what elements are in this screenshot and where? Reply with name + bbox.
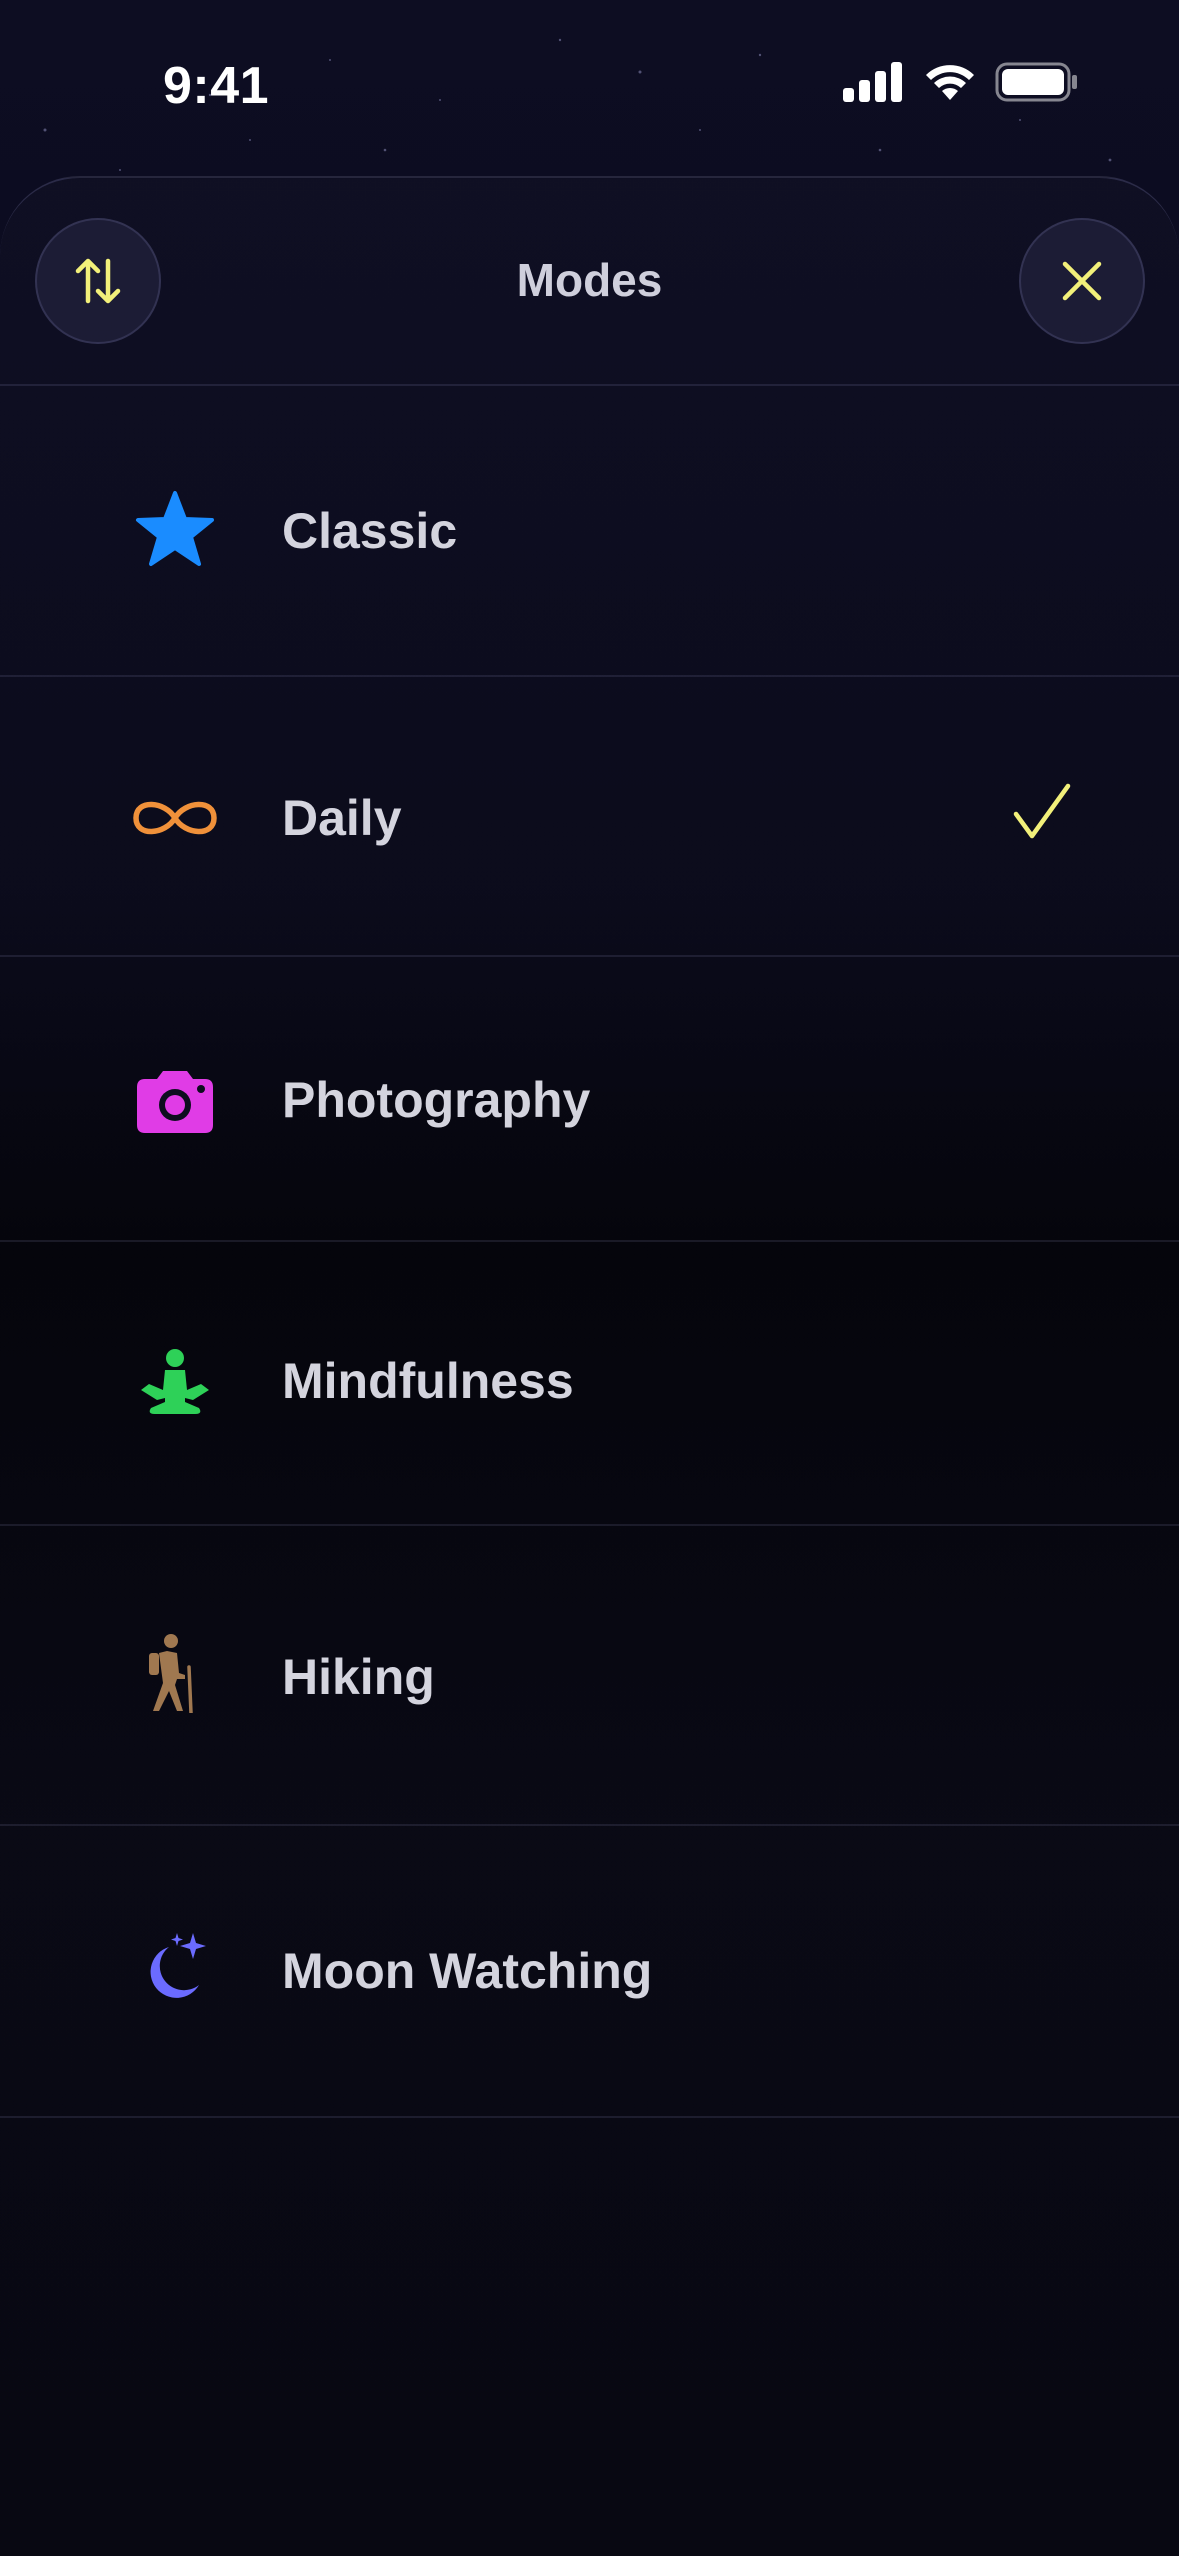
mode-row-daily[interactable]: Daily [0, 677, 1179, 957]
battery-icon [995, 62, 1077, 102]
screen: 9:41 Modes Classic Daily Photography Min… [0, 0, 1179, 2556]
meditation-icon [130, 1338, 220, 1428]
infinity-icon [130, 773, 220, 863]
mode-label: Photography [282, 1072, 591, 1128]
mode-row-classic[interactable]: Classic [0, 384, 1179, 677]
status-time: 9:41 [163, 57, 270, 115]
moon-stars-icon [130, 1924, 220, 2014]
mode-label: Mindfulness [282, 1353, 574, 1409]
checkmark-icon [1013, 783, 1071, 839]
sheet-header: Modes [0, 178, 1179, 386]
mode-label: Daily [282, 790, 402, 846]
mode-label: Moon Watching [282, 1943, 653, 1999]
mode-row-hiking[interactable]: Hiking [0, 1526, 1179, 1826]
mode-row-photography[interactable]: Photography [0, 957, 1179, 1242]
wifi-icon [926, 65, 974, 100]
hiker-icon [130, 1628, 220, 1718]
status-icons [843, 62, 1079, 102]
close-button[interactable] [1019, 218, 1145, 344]
mode-label: Hiking [282, 1649, 435, 1705]
modes-sheet: Modes Classic Daily Photography Mindfuln… [0, 176, 1179, 2556]
mode-label: Classic [282, 503, 458, 559]
sheet-title: Modes [516, 254, 663, 306]
star-icon [130, 484, 220, 574]
status-bar: 9:41 [0, 0, 1179, 175]
mode-list: Classic Daily Photography Mindfulness Hi… [0, 384, 1179, 2118]
camera-icon [130, 1057, 220, 1147]
close-icon [1062, 261, 1102, 301]
cellular-signal-icon [843, 62, 902, 102]
mode-row-moon-watching[interactable]: Moon Watching [0, 1826, 1179, 2118]
mode-row-mindfulness[interactable]: Mindfulness [0, 1242, 1179, 1526]
